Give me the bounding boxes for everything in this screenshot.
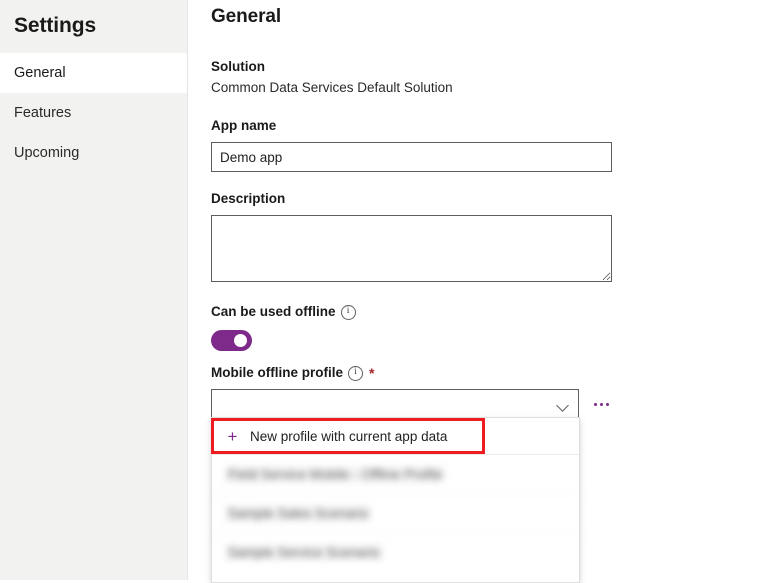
dropdown-item-label: Field Service Mobile - Offline Profile [225,466,445,483]
solution-field: Solution Common Data Services Default So… [211,58,453,97]
sidebar-item-label: Features [14,105,71,121]
can-be-used-offline-field: Can be used offline [211,303,356,351]
info-icon[interactable] [348,366,363,381]
app-name-label: App name [211,117,612,135]
dropdown-item-option[interactable]: Sample Sales Scenario [212,494,579,533]
dropdown-item-label: New profile with current app data [250,429,447,444]
page-title: General [211,6,281,28]
ellipsis-icon [600,403,603,406]
mobile-offline-profile-combobox[interactable] [211,389,579,420]
description-field: Description [211,190,612,282]
info-icon[interactable] [341,305,356,320]
ellipsis-icon [606,403,609,406]
dropdown-item-label: Sample Service Scenario [225,544,383,561]
solution-value: Common Data Services Default Solution [211,78,453,97]
description-textarea[interactable] [211,215,612,282]
dropdown-item-option[interactable]: Sample Service Scenario [212,533,579,572]
dropdown-item-option[interactable]: Field Service Mobile - Offline Profile [212,455,579,494]
can-be-used-offline-label: Can be used offline [211,303,356,321]
sidebar: Settings General Features Upcoming [0,0,188,580]
solution-label: Solution [211,58,453,76]
settings-window: Settings General Features Upcoming Gener… [0,0,765,580]
toggle-knob [234,334,247,347]
description-label: Description [211,190,612,208]
mobile-offline-profile-label-text: Mobile offline profile [211,364,343,382]
ellipsis-icon [594,403,597,406]
sidebar-item-features[interactable]: Features [0,93,187,133]
mobile-offline-profile-dropdown[interactable]: + New profile with current app data Fiel… [211,417,580,583]
can-be-used-offline-toggle[interactable] [211,330,252,351]
plus-icon: + [225,428,240,445]
mobile-offline-profile-field: Mobile offline profile * [211,364,611,420]
sidebar-item-general[interactable]: General [0,53,187,93]
sidebar-item-label: Upcoming [14,145,79,161]
chevron-down-icon[interactable] [557,401,570,409]
more-options-button[interactable] [592,399,611,410]
mobile-offline-profile-combo-row [211,389,611,420]
sidebar-title: Settings [0,0,187,40]
dropdown-item-label: Sample Sales Scenario [225,505,371,522]
app-name-input[interactable] [211,142,612,172]
sidebar-item-upcoming[interactable]: Upcoming [0,133,187,173]
app-name-field: App name [211,117,612,172]
mobile-offline-profile-label: Mobile offline profile * [211,364,611,382]
sidebar-item-label: General [14,65,66,81]
dropdown-item-new-profile[interactable]: + New profile with current app data [212,418,579,455]
can-be-used-offline-label-text: Can be used offline [211,303,336,321]
dropdown-bottom-padding [212,572,579,582]
sidebar-nav-list: General Features Upcoming [0,53,187,173]
required-asterisk: * [369,366,374,380]
